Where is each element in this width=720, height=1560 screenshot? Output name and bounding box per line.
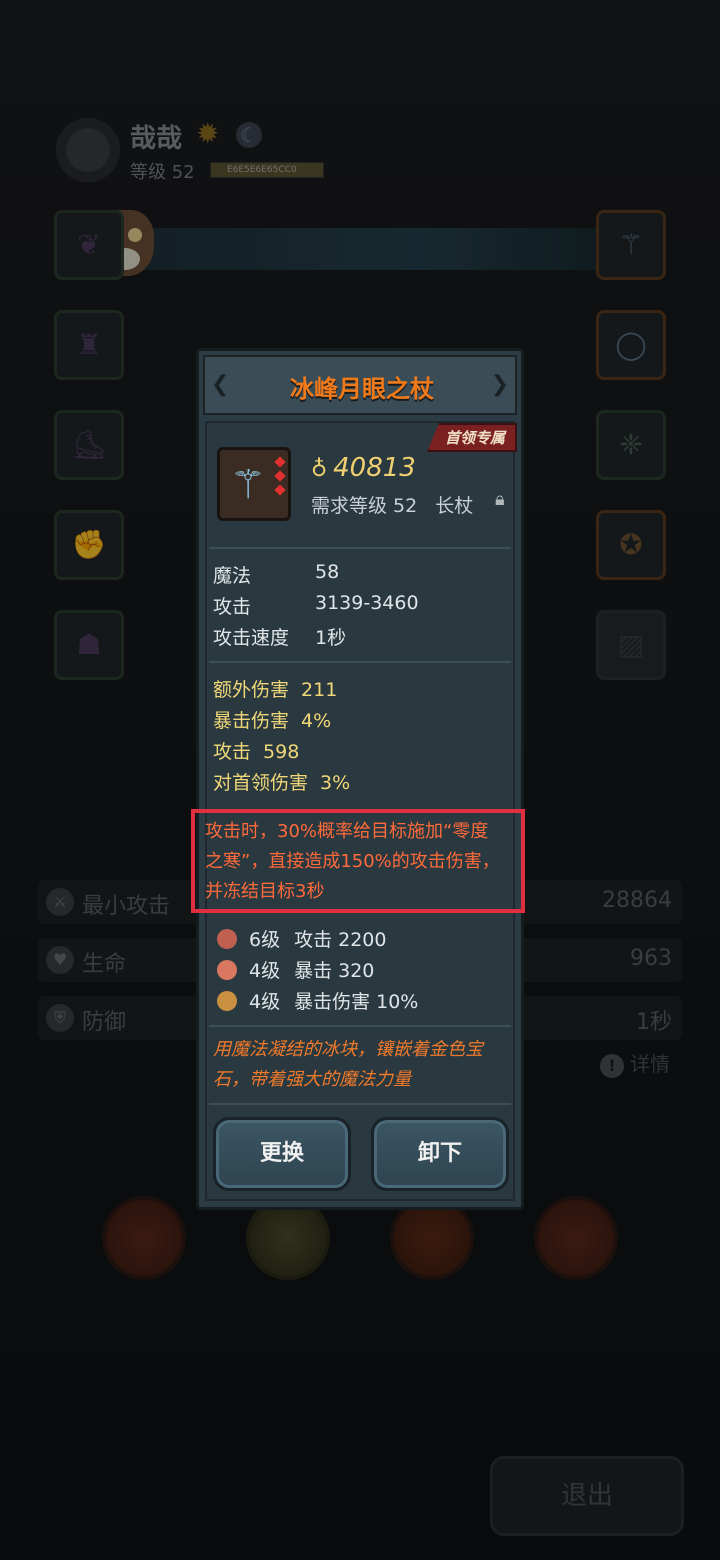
stat-value: 1秒: [315, 627, 347, 649]
flavor-text: 用魔法凝结的冰块，镶嵌着金色宝石，带着强大的魔法力量: [213, 1039, 483, 1090]
price-icon: ♁: [311, 457, 328, 482]
special-effect-text: 攻击时，30%概率给目标施加“零度之寒”，直接造成150%的攻击伤害，并冻结目标…: [205, 821, 500, 902]
divider: [209, 1103, 511, 1105]
amber-gem-icon: [217, 991, 237, 1011]
item-detail-popup: ❮ 冰峰月眼之杖 ❯ 首领专属 ⚚ ♁ 40813 需求等级 52 长杖 🔒︎ 魔法…: [191, 348, 525, 1210]
gem-stat: 攻击 2200: [294, 929, 387, 951]
base-stat-row: 攻击 3139-3460: [213, 592, 419, 619]
gem-stat: 暴击 320: [294, 960, 375, 982]
bonus-value: 3%: [320, 772, 351, 794]
gem-level: 4级: [249, 960, 281, 982]
bonus-label: 额外伤害: [213, 679, 290, 701]
ice-staff-icon: ⚚: [230, 462, 266, 508]
divider: [209, 661, 511, 663]
gem-socket-icon: [274, 484, 286, 496]
gem-socket-icon: [274, 456, 286, 468]
bonus-label: 暴击伤害: [213, 710, 290, 732]
gem-level: 4级: [249, 991, 281, 1013]
gem-row: 4级 暴击伤害 10%: [217, 987, 418, 1014]
stat-label: 魔法: [213, 565, 252, 587]
bonus-stat-row: 攻击 598: [213, 737, 299, 764]
replace-button[interactable]: 更换: [213, 1117, 351, 1191]
bonus-stat-row: 额外伤害 211: [213, 675, 337, 702]
bonus-value: 211: [301, 679, 338, 701]
stat-label: 攻击: [213, 596, 252, 618]
divider: [209, 547, 511, 549]
bonus-label: 对首领伤害: [213, 772, 309, 794]
lock-icon[interactable]: 🔒︎: [495, 489, 515, 513]
bonus-value: 4%: [301, 710, 332, 732]
gem-level: 6级: [249, 929, 281, 951]
gem-row: 4级 暴击 320: [217, 956, 374, 983]
bonus-stat-row: 对首领伤害 3%: [213, 768, 350, 795]
popup-title-bar: ❮ 冰峰月眼之杖 ❯: [203, 355, 517, 415]
item-requirement: 需求等级 52 长杖: [311, 491, 473, 518]
red-gem-icon: [217, 929, 237, 949]
bonus-stat-row: 暴击伤害 4%: [213, 706, 331, 733]
special-effect-box: 攻击时，30%概率给目标施加“零度之寒”，直接造成150%的攻击伤害，并冻结目标…: [191, 809, 525, 913]
boss-exclusive-badge: 首领专属: [426, 423, 517, 452]
required-level: 需求等级 52: [311, 495, 418, 517]
item-icon: ⚚: [217, 447, 291, 521]
price-value: 40813: [333, 453, 416, 483]
divider: [209, 1025, 511, 1027]
orange-gem-icon: [217, 960, 237, 980]
base-stat-row: 攻击速度 1秒: [213, 623, 346, 650]
item-type: 长杖: [435, 495, 474, 517]
item-name: 冰峰月眼之杖: [290, 375, 434, 403]
base-stat-row: 魔法 58: [213, 561, 339, 588]
bonus-label: 攻击: [213, 741, 252, 763]
stat-value: 3139-3460: [315, 592, 419, 614]
gem-stat: 暴击伤害 10%: [294, 991, 419, 1013]
item-price: ♁ 40813: [311, 453, 416, 483]
gem-row: 6级 攻击 2200: [217, 925, 387, 952]
unequip-button[interactable]: 卸下: [371, 1117, 509, 1191]
gem-socket-icon: [274, 470, 286, 482]
bonus-value: 598: [263, 741, 300, 763]
stat-value: 58: [315, 561, 340, 583]
stat-label: 攻击速度: [213, 627, 290, 649]
ornament-icon: ❯: [490, 372, 509, 397]
